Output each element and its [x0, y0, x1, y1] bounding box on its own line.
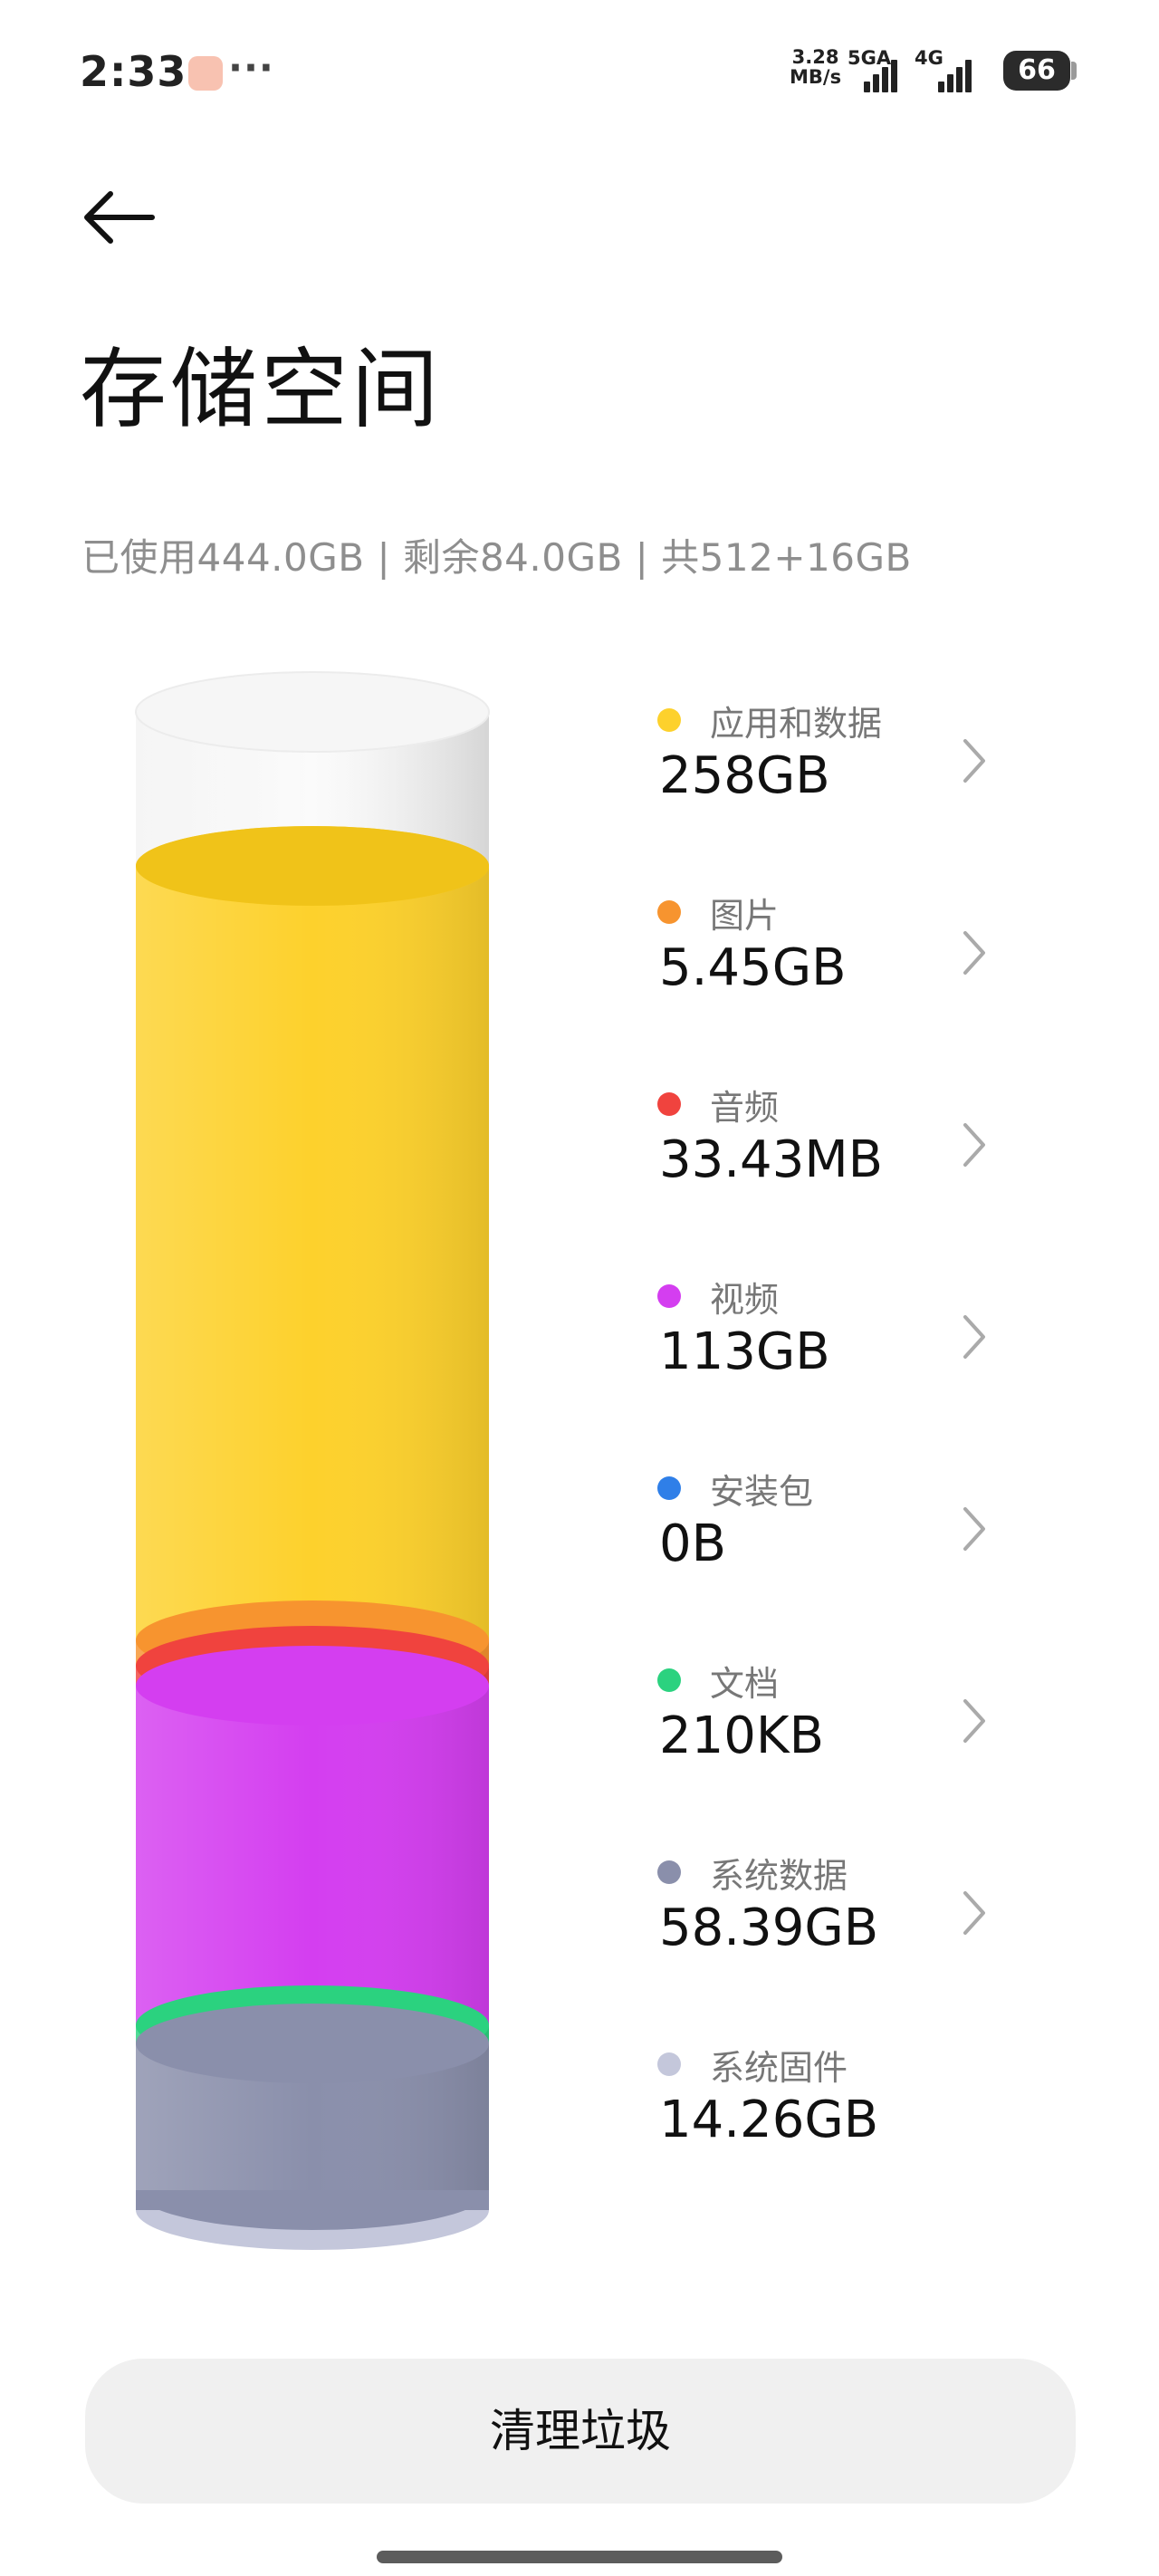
home-indicator[interactable] — [377, 2551, 782, 2563]
category-documents[interactable]: 文档 210KB — [648, 1641, 1011, 1833]
category-label: 安装包 — [710, 1472, 814, 1512]
category-system-firmware: 系统固件 14.26GB — [648, 2025, 1011, 2217]
category-images[interactable]: 图片 5.45GB — [648, 873, 1011, 1065]
signal-bars-icon-2 — [933, 53, 978, 92]
category-label: 视频 — [710, 1280, 780, 1320]
category-audio[interactable]: 音频 33.43MB — [648, 1065, 1011, 1257]
segment-top-video — [136, 1646, 489, 1725]
network-speed-value: 3.28 — [791, 46, 839, 68]
cylinder-body — [135, 671, 490, 2250]
segment-top-sysdata — [136, 2004, 489, 2083]
cylinder-shading — [136, 712, 489, 2190]
signal-bars-icon — [858, 53, 904, 92]
category-label: 应用和数据 — [710, 704, 883, 744]
status-time: 2:33 — [80, 47, 187, 96]
chevron-right-icon — [963, 1507, 985, 1551]
category-color-dot — [657, 900, 681, 924]
network-speed-unit: MB/s — [790, 66, 842, 88]
more-notifications-icon: ··· — [228, 45, 274, 90]
clean-junk-button[interactable]: 清理垃圾 — [85, 2359, 1076, 2504]
status-bar: 2:33 ··· 3.28 MB/s 5GA 4G 66 — [0, 0, 1159, 145]
category-label: 文档 — [710, 1664, 780, 1704]
apps-top-surface — [136, 826, 489, 906]
category-video[interactable]: 视频 113GB — [648, 1257, 1011, 1449]
category-packages[interactable]: 安装包 0B — [648, 1449, 1011, 1641]
category-value: 258GB — [659, 746, 830, 805]
category-color-dot — [657, 708, 681, 732]
notification-icon — [188, 56, 223, 91]
chevron-right-icon — [963, 1891, 985, 1935]
back-arrow-icon — [84, 191, 155, 244]
storage-summary: 已使用444.0GB | 剩余84.0GB | 共512+16GB — [81, 535, 912, 580]
chevron-right-icon — [963, 1699, 985, 1743]
category-color-dot — [657, 1668, 681, 1692]
category-value: 14.26GB — [659, 2091, 879, 2149]
category-color-dot — [657, 1860, 681, 1884]
category-label: 音频 — [710, 1088, 780, 1128]
storage-cylinder — [135, 671, 490, 2250]
category-color-dot — [657, 1476, 681, 1500]
page-title: 存储空间 — [80, 339, 442, 440]
category-value: 0B — [659, 1514, 727, 1573]
battery-cap — [1071, 62, 1077, 80]
chevron-right-icon — [963, 739, 985, 783]
category-system-data[interactable]: 系统数据 58.39GB — [648, 1833, 1011, 2025]
category-value: 210KB — [659, 1706, 825, 1765]
category-label: 系统固件 — [710, 2048, 848, 2088]
network-speed: 3.28 MB/s — [790, 47, 841, 87]
category-value: 5.45GB — [659, 938, 847, 997]
cylinder-top-cap — [135, 671, 490, 753]
back-button[interactable] — [80, 181, 158, 254]
storage-cylinder-chart — [118, 670, 534, 2283]
category-label: 系统数据 — [710, 1856, 848, 1896]
category-color-dot — [657, 1284, 681, 1308]
chevron-right-icon — [963, 931, 985, 975]
category-color-dot — [657, 2052, 681, 2076]
category-list: 应用和数据 258GB 图片 5.45GB 音频 33.43MB 视频 113G… — [648, 681, 1011, 2217]
category-label: 图片 — [710, 896, 780, 936]
category-value: 113GB — [659, 1322, 830, 1381]
category-value: 33.43MB — [659, 1130, 884, 1189]
chevron-right-icon — [963, 1315, 985, 1359]
category-apps-data[interactable]: 应用和数据 258GB — [648, 681, 1011, 873]
category-value: 58.39GB — [659, 1898, 879, 1957]
chevron-right-icon — [963, 1123, 985, 1167]
category-color-dot — [657, 1092, 681, 1116]
battery-icon: 66 — [1003, 51, 1070, 91]
